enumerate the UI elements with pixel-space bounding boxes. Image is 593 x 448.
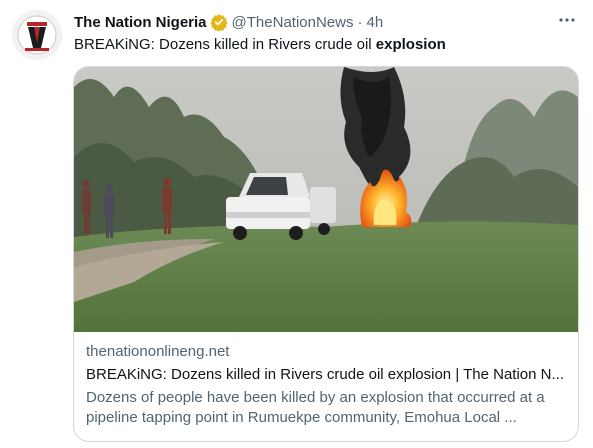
author-name[interactable]: The Nation Nigeria xyxy=(74,14,207,31)
separator-dot: · xyxy=(357,13,363,31)
more-options-button[interactable] xyxy=(555,10,579,30)
card-title: BREAKiNG: Dozens killed in Rivers crude … xyxy=(86,366,564,383)
more-horizontal-icon xyxy=(559,18,575,22)
tweet-header: The Nation Nigeria @TheNationNews · 4h xyxy=(74,12,581,32)
tweet-text-prefix: BREAKiNG: Dozens killed in Rivers crude … xyxy=(74,36,376,53)
nation-logo-icon xyxy=(12,10,62,60)
link-card[interactable]: thenationonlineng.net BREAKiNG: Dozens k… xyxy=(73,66,579,442)
verified-badge-icon xyxy=(209,13,228,32)
card-domain: thenationonlineng.net xyxy=(86,343,230,360)
tweet-text-bold: explosion xyxy=(375,36,446,53)
card-description: Dozens of people have been killed by an … xyxy=(86,389,545,426)
timestamp[interactable]: 4h xyxy=(366,14,383,31)
tweet-text: BREAKiNG: Dozens killed in Rivers crude … xyxy=(74,35,446,55)
avatar[interactable] xyxy=(12,10,62,60)
author-handle[interactable]: @TheNationNews xyxy=(232,14,354,31)
card-image[interactable] xyxy=(74,67,578,332)
